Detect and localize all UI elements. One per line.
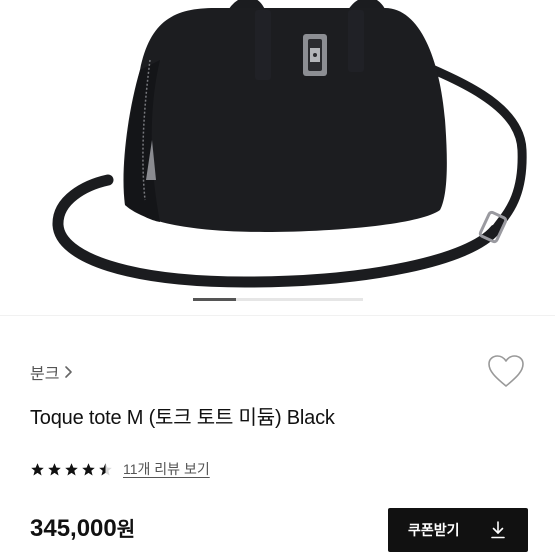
brand-name: 분크: [30, 366, 60, 383]
product-image-gallery[interactable]: [0, 0, 555, 315]
review-link[interactable]: 11개 리뷰 보기: [123, 459, 210, 479]
product-photo: [52, 0, 527, 288]
star-icon: [82, 462, 95, 475]
star-icon: [31, 462, 44, 475]
rating-stars: [30, 462, 113, 477]
coupon-button-label: 쿠폰받기: [408, 522, 460, 538]
rating-row: 11개 리뷰 보기: [30, 459, 210, 479]
star-icon: [65, 462, 78, 475]
price-currency: 원: [116, 519, 136, 541]
star-half-icon: [99, 462, 112, 475]
heart-outline-icon: [488, 355, 524, 387]
download-icon: [491, 521, 505, 539]
product-price: 345,000원: [30, 513, 135, 543]
divider: [0, 315, 555, 316]
gallery-pager: [193, 298, 363, 301]
gallery-pager-active: [193, 298, 236, 301]
price-amount: 345,000: [30, 515, 117, 542]
chevron-right-icon: [65, 366, 73, 378]
product-title: Toque tote M (토크 토트 미듐) Black: [30, 407, 335, 429]
coupon-download-button[interactable]: 쿠폰받기: [388, 508, 528, 552]
wishlist-button[interactable]: [486, 353, 526, 389]
star-icon: [48, 462, 61, 475]
brand-link[interactable]: 분크: [30, 360, 73, 384]
